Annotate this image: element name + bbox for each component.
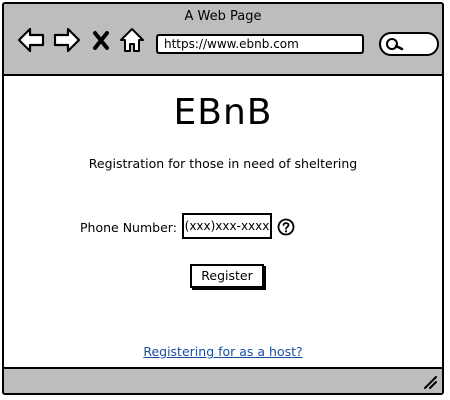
back-arrow-icon[interactable] [16,26,46,54]
resize-handle-icon[interactable] [422,374,438,390]
phone-number-input[interactable]: (xxx)xxx-xxxx [182,213,272,239]
home-icon[interactable] [118,26,146,54]
page-content: EBnB Registration for those in need of s… [4,76,442,369]
address-bar[interactable]: https://www.ebnb.com [156,34,364,54]
register-button[interactable]: Register [190,264,264,288]
phone-number-label: Phone Number: [80,220,177,235]
page-subtitle: Registration for those in need of shelte… [88,156,358,171]
host-registration-link[interactable]: Registering for as a host? [143,344,302,359]
close-icon[interactable] [90,26,112,54]
question-circle-icon[interactable] [277,218,295,236]
search-icon [386,38,404,51]
browser-toolbar: A Web Page https://www.ebnb.com [4,4,442,76]
window-title: A Web Page [184,9,262,24]
forward-arrow-icon[interactable] [52,26,82,54]
search-field[interactable] [379,32,439,56]
host-registration-link-wrapper: Registering for as a host? [4,344,442,359]
browser-window: A Web Page https://www.ebnb.com EBnB Reg… [2,2,444,395]
status-bar [4,367,442,393]
page-title: EBnB [173,92,273,133]
